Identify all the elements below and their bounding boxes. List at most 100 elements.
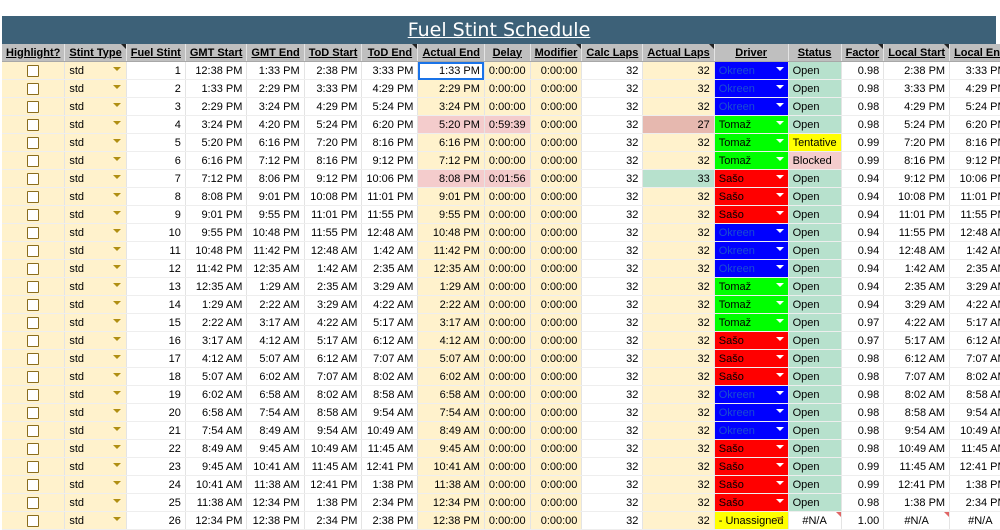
actual-end-cell[interactable]: 9:45 AM (417, 439, 485, 458)
fuel-stint-cell[interactable]: 17 (126, 349, 186, 368)
driver-dropdown[interactable]: Sašo (714, 349, 789, 368)
local-start-cell[interactable]: 11:01 PM (883, 205, 951, 224)
gmt-start-cell[interactable]: 10:48 PM (185, 241, 248, 260)
dropdown-arrow-icon[interactable] (112, 211, 121, 215)
column-header[interactable]: Actual End (417, 44, 485, 62)
dropdown-arrow-icon[interactable] (112, 391, 121, 395)
local-start-cell[interactable]: 5:24 PM (883, 115, 951, 134)
factor-cell[interactable]: 0.94 (841, 205, 885, 224)
tod-start-cell[interactable]: 5:17 AM (304, 331, 363, 350)
highlight-cell[interactable] (2, 169, 66, 188)
local-end-cell[interactable]: 11:55 PM (949, 205, 1000, 224)
dropdown-arrow-icon[interactable] (112, 67, 121, 71)
stint-type-dropdown[interactable]: std (64, 115, 127, 134)
actual-laps-cell[interactable]: 32 (642, 241, 715, 260)
status-cell[interactable]: Open (788, 79, 842, 98)
column-header[interactable]: Delay (484, 44, 531, 62)
delay-cell[interactable]: 0:00:00 (484, 187, 531, 206)
dropdown-arrow-icon[interactable] (775, 355, 784, 359)
gmt-start-cell[interactable]: 7:54 AM (185, 421, 248, 440)
dropdown-arrow-icon[interactable] (775, 67, 784, 71)
stint-type-dropdown[interactable]: std (64, 241, 127, 260)
tod-end-cell[interactable]: 10:06 PM (361, 169, 419, 188)
actual-laps-cell[interactable]: 32 (642, 493, 715, 512)
dropdown-arrow-icon[interactable] (775, 499, 784, 503)
column-header[interactable]: Driver (714, 44, 789, 62)
factor-cell[interactable]: 0.98 (841, 97, 885, 116)
local-end-cell[interactable]: 8:58 AM (949, 385, 1000, 404)
local-start-cell[interactable]: 12:48 AM (883, 241, 951, 260)
status-cell[interactable]: Open (788, 295, 842, 314)
tod-end-cell[interactable]: 9:54 AM (361, 403, 419, 422)
local-end-cell[interactable]: 2:35 AM (949, 259, 1000, 278)
local-end-cell[interactable]: 12:41 PM (949, 457, 1000, 476)
actual-end-cell[interactable]: 11:38 AM (417, 475, 485, 494)
actual-laps-cell[interactable]: 32 (642, 475, 715, 494)
actual-end-cell[interactable]: 12:34 PM (417, 493, 485, 512)
dropdown-arrow-icon[interactable] (775, 211, 784, 215)
gmt-end-cell[interactable]: 2:29 PM (246, 79, 305, 98)
actual-end-cell[interactable]: 6:58 AM (417, 385, 485, 404)
dropdown-arrow-icon[interactable] (775, 193, 784, 197)
delay-cell[interactable]: 0:00:00 (484, 223, 531, 242)
stint-type-dropdown[interactable]: std (64, 475, 127, 494)
dropdown-arrow-icon[interactable] (112, 319, 121, 323)
local-end-cell[interactable]: 11:45 AM (949, 439, 1000, 458)
stint-type-dropdown[interactable]: std (64, 349, 127, 368)
modifier-cell[interactable]: 0:00:00 (530, 79, 583, 98)
local-start-cell[interactable]: 8:58 AM (883, 403, 951, 422)
modifier-cell[interactable]: 0:00:00 (530, 187, 583, 206)
local-end-cell[interactable]: 2:34 PM (949, 493, 1000, 512)
local-start-cell[interactable]: 7:20 PM (883, 133, 951, 152)
delay-cell[interactable]: 0:00:00 (484, 511, 531, 530)
tod-start-cell[interactable]: 12:48 AM (304, 241, 363, 260)
fuel-stint-cell[interactable]: 23 (126, 457, 186, 476)
gmt-end-cell[interactable]: 6:02 AM (246, 367, 305, 386)
modifier-cell[interactable]: 0:00:00 (530, 151, 583, 170)
local-end-cell[interactable]: 10:49 AM (949, 421, 1000, 440)
tod-start-cell[interactable]: 8:58 AM (304, 403, 363, 422)
dropdown-arrow-icon[interactable] (112, 517, 121, 521)
gmt-end-cell[interactable]: 8:06 PM (246, 169, 305, 188)
calc-laps-cell[interactable]: 32 (581, 61, 644, 80)
actual-laps-cell[interactable]: 32 (642, 277, 715, 296)
gmt-start-cell[interactable]: 12:38 PM (185, 61, 248, 80)
modifier-cell[interactable]: 0:00:00 (530, 331, 583, 350)
local-start-cell[interactable]: 10:49 AM (883, 439, 951, 458)
calc-laps-cell[interactable]: 32 (581, 205, 644, 224)
delay-cell[interactable]: 0:00:00 (484, 385, 531, 404)
highlight-cell[interactable] (2, 493, 66, 512)
delay-cell[interactable]: 0:01:56 (484, 169, 531, 188)
factor-cell[interactable]: 0.98 (841, 439, 885, 458)
column-header[interactable]: Modifier (530, 44, 583, 62)
actual-laps-cell[interactable]: 32 (642, 331, 715, 350)
actual-laps-cell[interactable]: 32 (642, 457, 715, 476)
dropdown-arrow-icon[interactable] (775, 517, 784, 521)
highlight-checkbox[interactable] (27, 298, 40, 311)
tod-start-cell[interactable]: 6:12 AM (304, 349, 363, 368)
stint-type-dropdown[interactable]: std (64, 421, 127, 440)
driver-dropdown[interactable]: Sašo (714, 457, 789, 476)
gmt-end-cell[interactable]: 12:35 AM (246, 259, 305, 278)
local-start-cell[interactable]: 4:22 AM (883, 313, 951, 332)
highlight-cell[interactable] (2, 457, 66, 476)
dropdown-arrow-icon[interactable] (112, 175, 121, 179)
gmt-end-cell[interactable]: 2:22 AM (246, 295, 305, 314)
highlight-checkbox[interactable] (27, 226, 40, 239)
gmt-start-cell[interactable]: 12:34 PM (185, 511, 248, 530)
status-cell[interactable]: Open (788, 313, 842, 332)
factor-cell[interactable]: 0.98 (841, 493, 885, 512)
tod-start-cell[interactable]: 9:54 AM (304, 421, 363, 440)
stint-type-dropdown[interactable]: std (64, 277, 127, 296)
stint-type-dropdown[interactable]: std (64, 187, 127, 206)
local-start-cell[interactable]: 1:38 PM (883, 493, 951, 512)
local-end-cell[interactable]: 5:17 AM (949, 313, 1000, 332)
highlight-checkbox[interactable] (27, 460, 40, 473)
highlight-checkbox[interactable] (27, 82, 40, 95)
modifier-cell[interactable]: 0:00:00 (530, 223, 583, 242)
calc-laps-cell[interactable]: 32 (581, 151, 644, 170)
driver-dropdown[interactable]: Sašo (714, 439, 789, 458)
tod-start-cell[interactable]: 2:34 PM (304, 511, 363, 530)
local-start-cell[interactable]: 12:41 PM (883, 475, 951, 494)
calc-laps-cell[interactable]: 32 (581, 79, 644, 98)
